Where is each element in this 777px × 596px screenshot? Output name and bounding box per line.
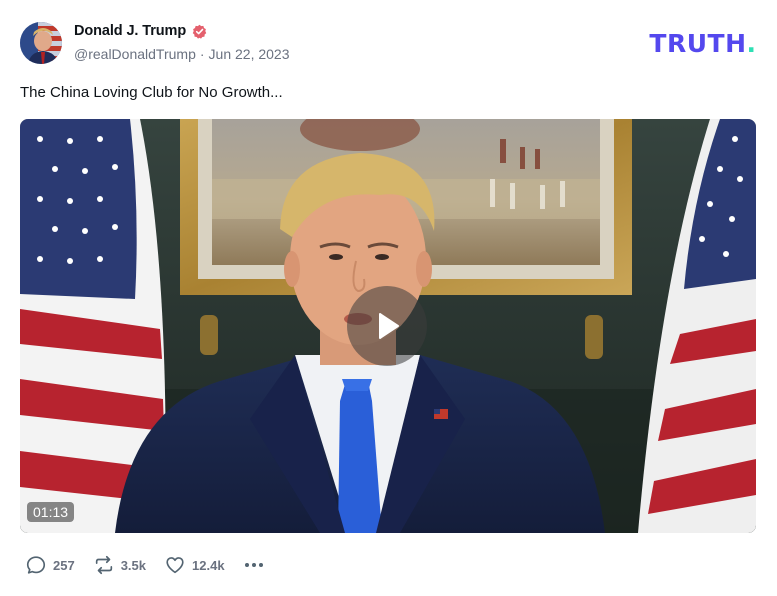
video-player[interactable]: 01:13 bbox=[20, 119, 756, 533]
play-button[interactable] bbox=[347, 286, 427, 366]
author-name-row: Donald J. Trump bbox=[74, 23, 207, 39]
more-dot bbox=[258, 563, 263, 567]
post-date[interactable]: Jun 22, 2023 bbox=[209, 46, 290, 62]
verified-badge-icon bbox=[192, 24, 207, 39]
reply-icon bbox=[26, 556, 46, 574]
brand-dot: . bbox=[746, 29, 757, 58]
brand-name: TRUTH bbox=[649, 29, 747, 58]
truth-logo[interactable]: TRUTH. bbox=[649, 29, 756, 58]
post-actions: 257 3.5k 12.4k bbox=[25, 554, 265, 576]
retruth-icon bbox=[95, 555, 112, 575]
retruth-button[interactable]: 3.5k bbox=[93, 554, 146, 576]
play-icon bbox=[379, 313, 399, 339]
author-display-name[interactable]: Donald J. Trump bbox=[74, 23, 186, 39]
truth-post: Donald J. Trump @realDonaldTrump · Jun 2… bbox=[0, 0, 777, 596]
more-dot bbox=[244, 563, 249, 567]
post-text: The China Loving Club for No Growth... bbox=[20, 84, 283, 101]
meta-separator: · bbox=[199, 46, 205, 62]
like-count: 12.4k bbox=[192, 557, 225, 573]
author-meta: @realDonaldTrump · Jun 22, 2023 bbox=[74, 46, 290, 62]
heart-icon bbox=[166, 557, 184, 574]
reply-button[interactable]: 257 bbox=[25, 554, 75, 576]
like-button[interactable]: 12.4k bbox=[164, 554, 225, 576]
avatar[interactable] bbox=[20, 22, 62, 64]
reply-count: 257 bbox=[53, 557, 75, 573]
more-options-icon[interactable] bbox=[243, 557, 265, 573]
video-duration: 01:13 bbox=[27, 502, 75, 522]
author-handle[interactable]: @realDonaldTrump bbox=[74, 46, 196, 62]
retruth-count: 3.5k bbox=[120, 557, 147, 573]
more-dot bbox=[251, 563, 256, 567]
